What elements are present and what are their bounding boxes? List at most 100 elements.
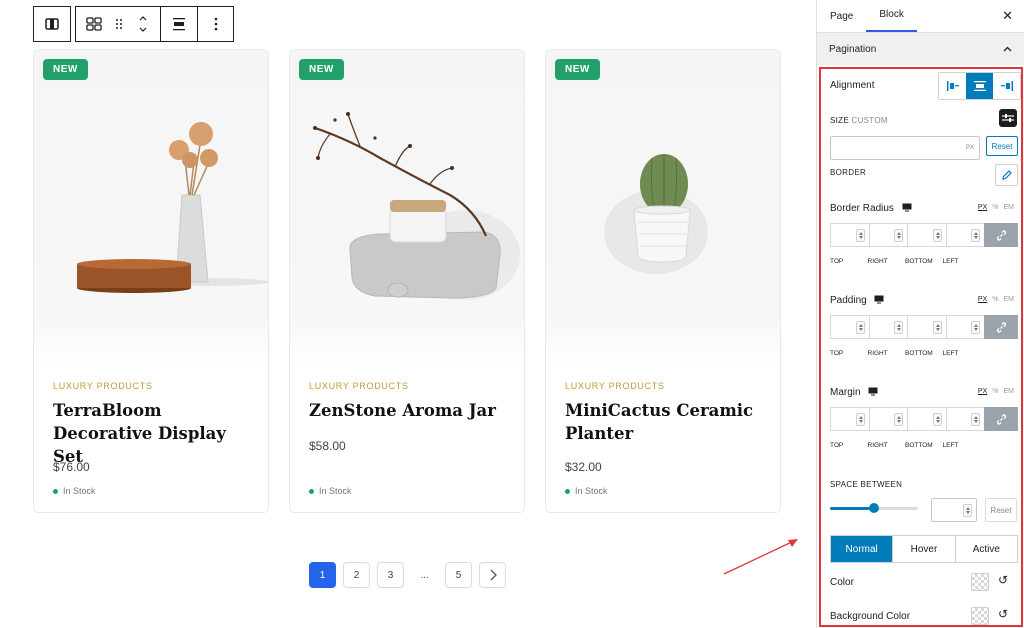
page-button-2[interactable]: 2 (343, 562, 370, 588)
product-card[interactable]: NEW LUXURY PRODUCTS ZenStone Aroma Jar $… (289, 49, 525, 513)
padding-right-input[interactable] (868, 315, 907, 339)
next-page-button[interactable] (479, 562, 506, 588)
margin-left-input[interactable] (945, 407, 984, 431)
alignment-label: Alignment (830, 80, 875, 91)
spinner-icon[interactable] (932, 321, 942, 334)
spinner-icon[interactable] (894, 229, 903, 242)
spinner-icon[interactable] (963, 504, 972, 517)
spinner-icon[interactable] (932, 413, 942, 426)
spinner-icon[interactable] (971, 413, 980, 426)
border-edit-button[interactable] (995, 164, 1018, 186)
pagination-section-header[interactable]: Pagination (817, 33, 1024, 65)
desktop-icon[interactable] (874, 295, 884, 304)
padding-bottom-input[interactable] (907, 315, 946, 339)
product-title[interactable]: ZenStone Aroma Jar (309, 399, 514, 422)
reset-icon[interactable]: ↺ (998, 573, 1008, 587)
tab-normal[interactable]: Normal (831, 536, 893, 562)
spinner-icon[interactable] (855, 229, 865, 242)
link-icon (996, 229, 1006, 241)
unit-percent[interactable]: % (992, 204, 998, 211)
chevron-up-icon (1003, 46, 1012, 52)
unit-em[interactable]: EM (1004, 204, 1015, 211)
unit-px[interactable]: PX (978, 204, 987, 211)
spinner-icon[interactable] (932, 229, 942, 242)
product-card[interactable]: NEW LUXURY PRODUCTS TerraBloom Decorativ… (33, 49, 269, 513)
size-reset-button[interactable]: Reset (986, 136, 1018, 156)
padding-top-input[interactable] (830, 315, 869, 339)
size-input[interactable]: PX (830, 136, 980, 160)
product-image[interactable]: NEW (290, 50, 524, 366)
drag-handle-icon[interactable] (112, 7, 126, 41)
align-icon[interactable] (160, 7, 197, 41)
product-image[interactable]: NEW (34, 50, 268, 366)
section-title: Pagination (829, 43, 877, 55)
page-button-3[interactable]: 3 (377, 562, 404, 588)
link-sides-button[interactable] (984, 407, 1018, 431)
size-unit[interactable]: PX (966, 145, 974, 151)
background-color-swatch[interactable] (971, 607, 989, 625)
spinner-icon[interactable] (894, 413, 903, 426)
product-title[interactable]: TerraBloom Decorative Display Set (53, 399, 258, 468)
tab-page[interactable]: Page (817, 0, 866, 32)
grid-icon[interactable] (76, 7, 112, 41)
unit-percent[interactable]: % (992, 296, 998, 303)
stock-dot-icon (309, 488, 314, 494)
tab-hover[interactable]: Hover (892, 536, 955, 562)
tab-block[interactable]: Block (866, 0, 917, 32)
spinner-icon[interactable] (971, 321, 980, 334)
toolbar-group-block (33, 6, 71, 42)
side-label-right: RIGHT (867, 350, 888, 357)
border-radius-top-input[interactable] (830, 223, 869, 247)
page-button-1[interactable]: 1 (309, 562, 336, 588)
spinner-icon[interactable] (894, 321, 903, 334)
side-label-bottom: BOTTOM (905, 258, 933, 265)
size-label-text: SIZE (830, 116, 849, 125)
block-type-icon[interactable] (34, 7, 70, 41)
space-between-slider[interactable] (830, 503, 918, 513)
reset-icon[interactable]: ↺ (998, 607, 1008, 621)
space-between-reset-button[interactable]: Reset (985, 498, 1017, 522)
close-icon[interactable]: ✕ (1002, 8, 1013, 24)
more-options-icon[interactable] (197, 7, 233, 41)
desktop-icon[interactable] (868, 387, 878, 396)
link-sides-button[interactable] (984, 315, 1018, 339)
unit-em[interactable]: EM (1004, 296, 1015, 303)
slider-thumb[interactable] (869, 503, 879, 513)
color-swatch[interactable] (971, 573, 989, 591)
move-up-down-icon[interactable] (126, 7, 160, 41)
space-between-input[interactable] (931, 498, 977, 522)
spinner-icon[interactable] (971, 229, 980, 242)
desktop-icon[interactable] (902, 203, 912, 212)
padding-text: Padding (830, 295, 867, 306)
border-radius-left-input[interactable] (945, 223, 984, 247)
padding-left-input[interactable] (945, 315, 984, 339)
border-radius-bottom-input[interactable] (907, 223, 946, 247)
unit-em[interactable]: EM (1004, 388, 1015, 395)
tab-active[interactable]: Active (954, 536, 1017, 562)
product-price: $32.00 (565, 460, 602, 474)
product-card[interactable]: NEW LUXURY PRODUCTS MiniCactus Ceramic P… (545, 49, 781, 513)
margin-top-input[interactable] (830, 407, 869, 431)
spinner-icon[interactable] (855, 413, 865, 426)
align-center-button[interactable] (966, 73, 993, 99)
size-settings-button[interactable] (999, 109, 1017, 127)
align-right-button[interactable] (993, 73, 1020, 99)
padding-label: Padding (830, 295, 884, 306)
product-image[interactable]: NEW (546, 50, 780, 366)
page-button-5[interactable]: 5 (445, 562, 472, 588)
color-label: Color (830, 577, 854, 588)
product-title[interactable]: MiniCactus Ceramic Planter (565, 399, 770, 445)
unit-px[interactable]: PX (978, 296, 987, 303)
product-category[interactable]: LUXURY PRODUCTS (53, 381, 153, 391)
unit-percent[interactable]: % (992, 388, 998, 395)
margin-right-input[interactable] (868, 407, 907, 431)
unit-px[interactable]: PX (978, 388, 987, 395)
stock-dot-icon (53, 488, 58, 494)
align-left-button[interactable] (939, 73, 966, 99)
link-sides-button[interactable] (984, 223, 1018, 247)
spinner-icon[interactable] (855, 321, 865, 334)
margin-bottom-input[interactable] (907, 407, 946, 431)
border-radius-right-input[interactable] (868, 223, 907, 247)
product-category[interactable]: LUXURY PRODUCTS (565, 381, 665, 391)
product-category[interactable]: LUXURY PRODUCTS (309, 381, 409, 391)
